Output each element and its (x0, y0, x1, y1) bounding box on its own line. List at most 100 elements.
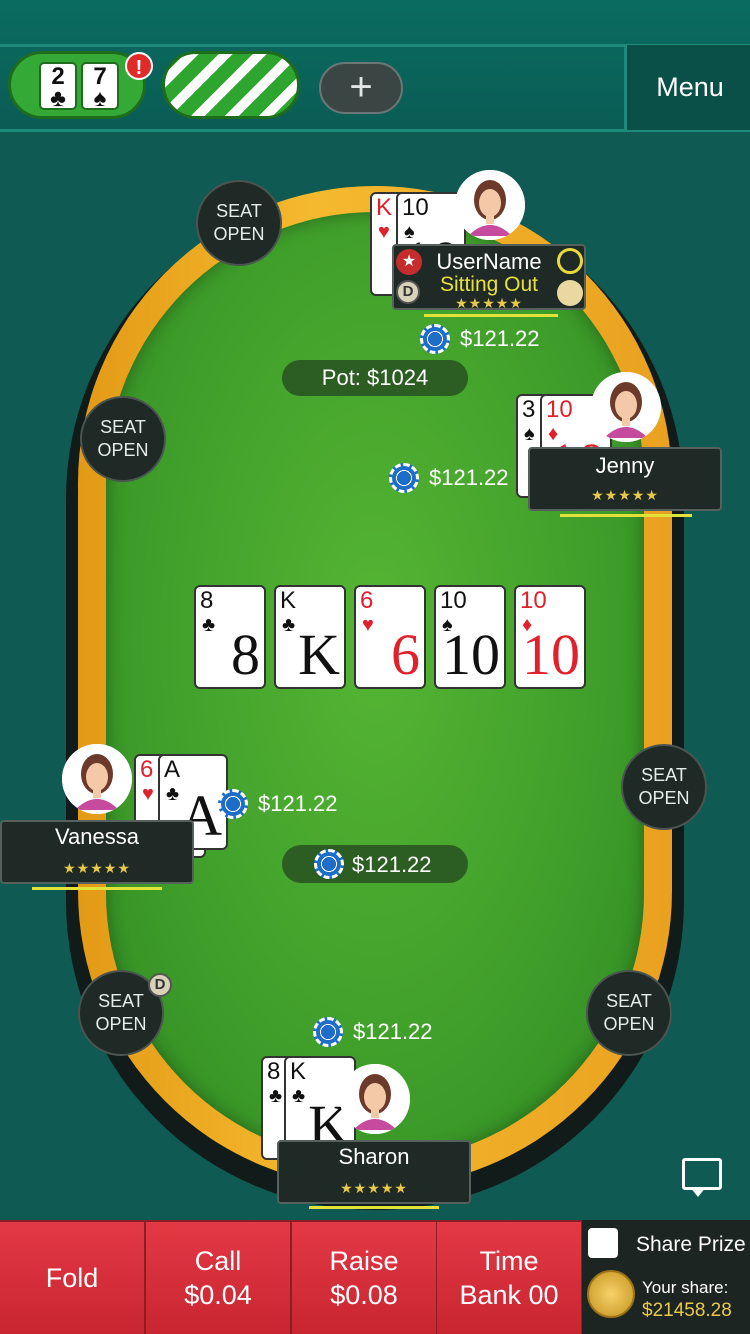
card-rank: 10 (402, 194, 429, 221)
clock-icon (557, 280, 583, 306)
seat-open-label-2: OPEN (638, 788, 690, 808)
seat-open-label-2: OPEN (213, 224, 265, 244)
username-info-box[interactable]: UserName Sitting Out ★★★★★ (392, 244, 586, 311)
center-bet-pill: $121.22 (282, 845, 468, 883)
username-name: UserName (436, 249, 542, 274)
card-suit: ♥ (378, 221, 390, 243)
time-bank-button[interactable]: Time Bank 00 (437, 1222, 581, 1334)
card-rank: 3 (522, 396, 536, 423)
card-suit: ♥ (142, 783, 154, 805)
call-amount: $0.04 (184, 1280, 252, 1310)
username-status: Sitting Out (439, 273, 539, 296)
seat-open-label-1: SEAT (641, 765, 687, 785)
jenny-info-box[interactable]: Jenny ★★★★★ (528, 447, 722, 511)
username-bet: $121.22 (460, 326, 540, 351)
sharon-avatar (340, 1064, 410, 1134)
vanessa-stars: ★★★★★ (63, 860, 131, 876)
seat-open-label-1: SEAT (606, 991, 652, 1011)
dealer-button: D (148, 973, 172, 997)
table-tab-second[interactable] (162, 51, 300, 119)
card-rank-big: K (298, 622, 340, 687)
card-rank: K (280, 587, 297, 614)
menu-button[interactable]: Menu (624, 45, 750, 130)
card-rank-big: 10 (522, 622, 580, 687)
sharon-info-box[interactable]: Sharon ★★★★★ (277, 1140, 471, 1204)
card-rank: 10 (520, 587, 547, 614)
vanessa-avatar (62, 744, 132, 814)
fold-label: Fold (45, 1263, 99, 1293)
card-suit: ♣ (166, 783, 180, 805)
card-rank: A (164, 756, 181, 783)
seat-open-left-upper[interactable]: SEAT OPEN (80, 396, 166, 482)
coin-icon (587, 1270, 635, 1318)
community-card-1: 8 ♣ 8 (194, 585, 266, 689)
card-rank: 8 (267, 1058, 281, 1085)
card-suit: ♣ (269, 1085, 283, 1107)
username-avatar (455, 170, 525, 240)
username-stars: ★★★★★ (455, 295, 523, 311)
chip-icon (420, 324, 450, 354)
fold-button[interactable]: Fold (0, 1222, 144, 1334)
raise-amount: $0.08 (330, 1280, 398, 1310)
card-rank-big: 10 (442, 622, 500, 687)
card-rank: 8 (200, 587, 214, 614)
share-prize-label: Share Prize (636, 1233, 746, 1256)
star-rank-icon: ★ (396, 249, 422, 275)
card-suit: ♣ (282, 614, 296, 636)
sharon-timer-bar (309, 1206, 439, 1209)
jenny-name: Jenny (595, 453, 655, 478)
call-label: Call (194, 1246, 242, 1276)
seat-open-label-1: SEAT (216, 201, 262, 221)
card-rank: K (290, 1058, 307, 1085)
card-suit: ♣ (292, 1085, 306, 1107)
community-card-2: K ♣ K (274, 585, 346, 689)
dealer-button-username: D (396, 280, 420, 304)
tab-card-2-suit: ♠ (93, 85, 107, 112)
call-button[interactable]: Call $0.04 (146, 1222, 290, 1334)
center-bet-amount: $121.22 (352, 852, 432, 877)
seat-open-top-left[interactable]: SEAT OPEN (196, 180, 282, 266)
your-share-label: Your share: (642, 1278, 729, 1297)
chip-icon (314, 849, 344, 879)
seat-open-label-2: OPEN (603, 1014, 655, 1034)
vanessa-bet: $121.22 (258, 791, 338, 816)
jenny-bet: $121.22 (429, 465, 509, 490)
tab-card-2: 7 ♠ (81, 62, 119, 112)
tab-card-1-suit: ♣ (50, 85, 66, 112)
seat-open-label-2: OPEN (95, 1014, 147, 1034)
add-table-button[interactable]: + (319, 62, 403, 114)
raise-button[interactable]: Raise $0.08 (292, 1222, 436, 1334)
seat-open-bottom-right[interactable]: SEAT OPEN (586, 970, 672, 1056)
community-card-3: 6 ♥ 6 (354, 585, 426, 689)
card-rank: K (376, 194, 393, 221)
sharon-stars: ★★★★★ (340, 1180, 408, 1196)
vanessa-name: Vanessa (55, 824, 139, 849)
your-share-value: $21458.28 (642, 1300, 732, 1321)
card-suit: ♣ (202, 614, 216, 636)
sharon-bet: $121.22 (353, 1019, 433, 1044)
chat-icon-tail (690, 1187, 706, 1197)
seat-open-label-1: SEAT (100, 417, 146, 437)
card-rank-big: 6 (391, 622, 420, 687)
jenny-avatar (591, 372, 661, 442)
time-bank-label: Time (479, 1246, 539, 1276)
chip-icon (389, 463, 419, 493)
card-suit: ♥ (362, 614, 374, 636)
community-card-5: 10 ♦ 10 (514, 585, 586, 689)
chip-icon (313, 1017, 343, 1047)
tab-card-1: 2 ♣ (39, 62, 77, 112)
card-rank: 10 (546, 396, 573, 423)
seat-open-right[interactable]: SEAT OPEN (621, 744, 707, 830)
seat-open-label-2: OPEN (97, 440, 149, 460)
card-rank-big: 8 (231, 622, 260, 687)
card-suit: ♠ (524, 423, 535, 445)
chat-icon[interactable] (682, 1158, 722, 1190)
username-timer-bar (424, 314, 558, 317)
seat-open-label-1: SEAT (98, 991, 144, 1011)
card-rank: 6 (360, 587, 374, 614)
share-prize-checkbox[interactable] (588, 1228, 618, 1258)
chip-icon (218, 789, 248, 819)
target-icon[interactable] (557, 248, 583, 274)
vanessa-info-box[interactable]: Vanessa ★★★★★ (0, 820, 194, 884)
sharon-name: Sharon (338, 1144, 410, 1169)
